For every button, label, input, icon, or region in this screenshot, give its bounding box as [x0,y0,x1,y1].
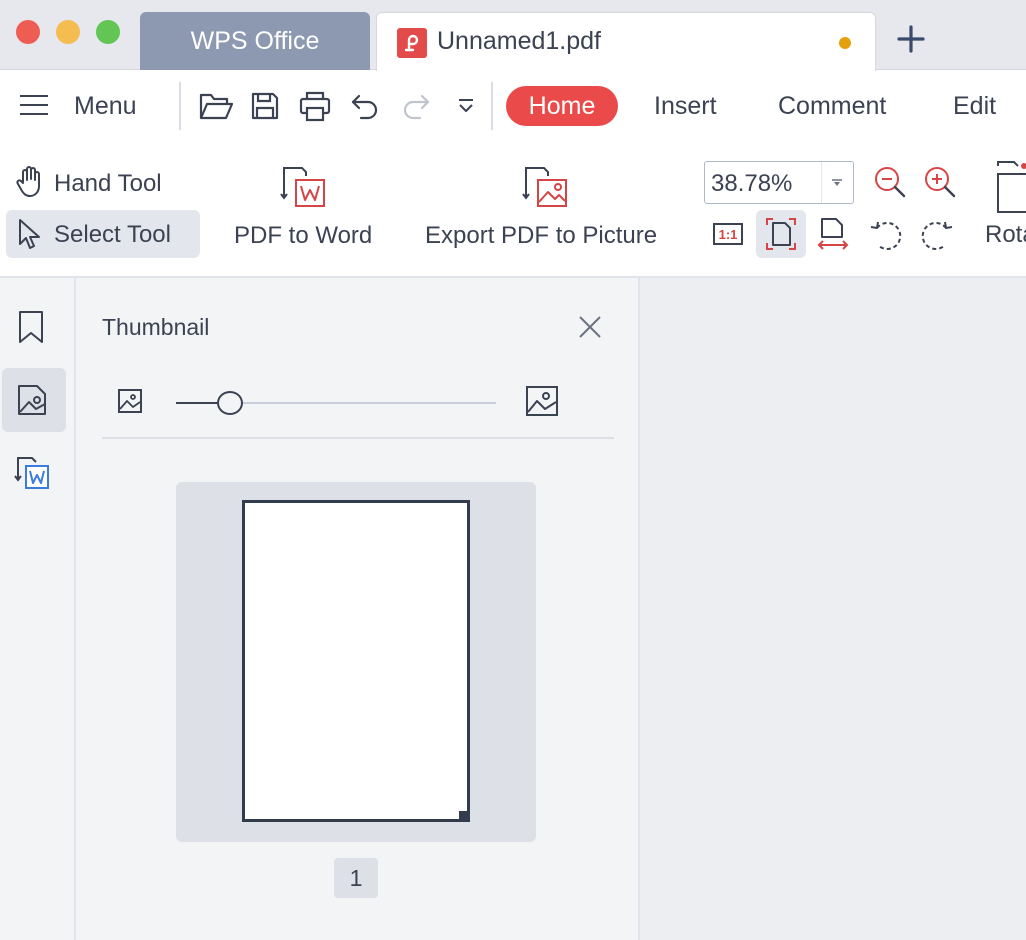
tab-edit[interactable]: Edit [953,86,996,126]
thumbnail-panel: Thumbnail 1 [76,278,640,940]
hand-icon [16,166,44,198]
tab-wps-office[interactable]: WPS Office [140,12,370,70]
close-icon[interactable] [579,316,601,338]
rotate-label[interactable]: Rota [985,221,1026,249]
zoom-window-button[interactable] [96,20,120,44]
tab-comment-label: Comment [778,91,887,120]
fit-page-button[interactable] [756,210,806,258]
menu-button[interactable]: Menu [14,86,154,126]
thumbnail-header-divider [102,437,614,439]
large-thumbnail-icon[interactable] [526,386,558,416]
zoom-out-icon[interactable] [870,162,910,202]
zoom-in-icon[interactable] [920,162,960,202]
menu-label: Menu [74,92,137,120]
close-window-button[interactable] [16,20,40,44]
tab-comment[interactable]: Comment [778,86,886,126]
hamburger-icon [20,94,48,116]
chevron-down-icon[interactable] [832,179,842,187]
tab-insert[interactable]: Insert [654,86,717,126]
page-number: 1 [349,864,363,891]
rotate-right-icon[interactable] [917,214,957,254]
page-number-badge: 1 [334,858,378,898]
fit-width-icon[interactable] [813,214,853,254]
tab-insert-label: Insert [654,91,717,120]
undo-icon[interactable] [345,86,385,126]
pdf-to-word-button[interactable]: PDF to Word [226,160,382,260]
page-corner-marker [459,811,468,820]
fit-page-icon [766,218,796,250]
redo-icon[interactable] [396,86,436,126]
pdf-file-icon [397,28,427,58]
pdf-to-word-label: PDF to Word [234,222,373,249]
thumbnail-header: Thumbnail [76,278,638,460]
menu-divider [179,82,181,130]
zoom-separator [821,162,822,203]
tab-document[interactable]: Unnamed1.pdf [376,12,876,71]
select-tool-button[interactable]: Select Tool [6,210,200,258]
export-picture-icon [522,166,570,208]
thumbnail-icon [17,384,47,416]
svg-text:1:1: 1:1 [719,227,738,242]
thumbnail-title: Thumbnail [102,314,210,340]
rotate-page-icon[interactable] [976,160,1026,216]
document-canvas[interactable] [640,278,1026,940]
rail-item-thumbnail[interactable] [2,368,66,432]
zoom-value: 38.78% [711,170,793,197]
zoom-select[interactable]: 38.78% [704,161,854,204]
slider-handle[interactable] [217,391,244,415]
page-preview [242,500,470,822]
hand-tool-label: Hand Tool [54,170,162,197]
save-icon[interactable] [245,86,285,126]
plus-icon[interactable] [897,25,925,53]
cursor-arrow-icon [18,218,44,250]
menu-divider [491,82,493,130]
bookmark-icon[interactable] [18,310,44,344]
open-folder-icon[interactable] [196,86,236,126]
minimize-window-button[interactable] [56,20,80,44]
pdf-to-word-icon [280,166,328,208]
unsaved-indicator [839,37,851,49]
rotate-left-icon[interactable] [866,214,906,254]
hand-tool-button[interactable]: Hand Tool [6,160,200,206]
page-thumbnail[interactable] [176,482,536,842]
more-dropdown-icon[interactable] [446,86,486,126]
tab-edit-label: Edit [953,91,997,120]
select-tool-label: Select Tool [54,221,171,248]
tab-home[interactable]: Home [506,86,618,126]
export-pdf-to-picture-label: Export PDF to Picture [425,222,658,249]
actual-size-icon[interactable]: 1:1 [708,214,748,254]
tab-document-label: Unnamed1.pdf [437,27,602,55]
title-bar: WPS Office Unnamed1.pdf [0,0,1026,71]
print-icon[interactable] [295,86,335,126]
pdf-to-word-rail-icon[interactable] [14,456,50,490]
export-pdf-to-picture-button[interactable]: Export PDF to Picture [418,160,674,260]
tab-home-label: Home [528,91,596,120]
small-thumbnail-icon[interactable] [118,389,142,413]
tab-wps-office-label: WPS Office [190,26,320,55]
